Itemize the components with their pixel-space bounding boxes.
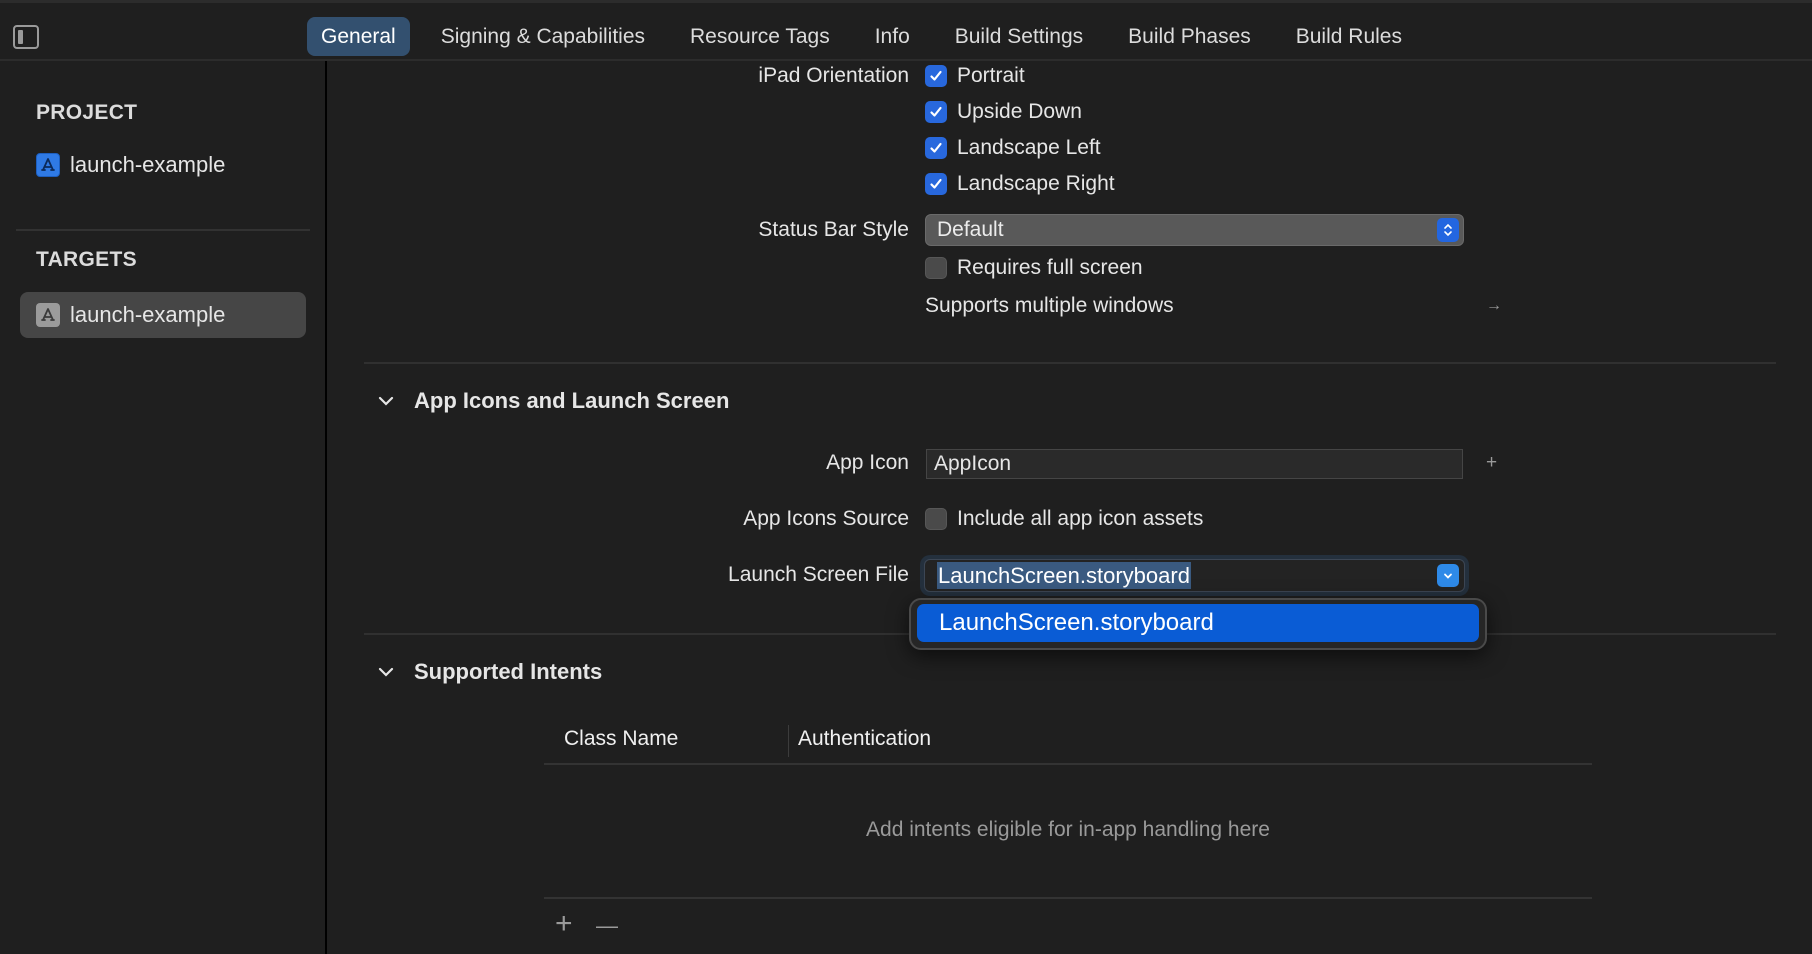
project-heading: PROJECT bbox=[36, 101, 138, 124]
general-settings-pane: iPad Orientation Portrait Upside Down La… bbox=[329, 61, 1812, 954]
launch-screen-dropdown-menu: LaunchScreen.storyboard bbox=[909, 598, 1487, 650]
chevron-down-icon[interactable] bbox=[1437, 564, 1459, 587]
plus-icon[interactable]: + bbox=[1486, 452, 1497, 474]
column-authentication[interactable]: Authentication bbox=[798, 727, 931, 751]
section-supported-intents[interactable]: Supported Intents bbox=[374, 659, 602, 685]
checkmark-icon bbox=[925, 137, 947, 159]
sidebar-item-project[interactable]: launch-example bbox=[20, 142, 306, 188]
column-separator bbox=[788, 725, 789, 757]
remove-intent-button[interactable]: — bbox=[596, 913, 618, 939]
sidebar-divider bbox=[16, 229, 310, 231]
select-value: Default bbox=[937, 218, 1004, 241]
chevron-down-icon bbox=[374, 396, 398, 406]
launch-screen-file-combobox[interactable]: LaunchScreen.storyboard bbox=[924, 559, 1465, 592]
app-icons-source-label: App Icons Source bbox=[743, 507, 909, 530]
app-store-icon bbox=[36, 153, 60, 177]
checkmark-icon bbox=[925, 65, 947, 87]
tab-build-rules[interactable]: Build Rules bbox=[1282, 17, 1416, 56]
checkbox-requires-full-screen[interactable]: Requires full screen bbox=[925, 256, 1143, 280]
editor-tab-bar: General Signing & Capabilities Resource … bbox=[0, 0, 1812, 61]
checkbox-label: Landscape Left bbox=[957, 136, 1101, 159]
tab-list: General Signing & Capabilities Resource … bbox=[307, 17, 1433, 56]
checkbox-label: Requires full screen bbox=[957, 256, 1143, 279]
checkbox-label: Portrait bbox=[957, 64, 1025, 87]
tab-signing-capabilities[interactable]: Signing & Capabilities bbox=[427, 17, 659, 56]
checkbox-upside-down[interactable]: Upside Down bbox=[925, 100, 1082, 124]
section-divider bbox=[364, 362, 1776, 364]
checkbox-landscape-right[interactable]: Landscape Right bbox=[925, 172, 1115, 196]
up-down-chevron-icon bbox=[1437, 218, 1459, 242]
tab-info[interactable]: Info bbox=[861, 17, 924, 56]
app-icon-label: App Icon bbox=[826, 451, 909, 474]
targets-heading: TARGETS bbox=[36, 248, 137, 271]
ipad-orientation-label: iPad Orientation bbox=[758, 64, 909, 87]
checkmark-icon bbox=[925, 101, 947, 123]
dropdown-option[interactable]: LaunchScreen.storyboard bbox=[917, 604, 1479, 642]
add-intent-button[interactable]: + bbox=[555, 907, 573, 941]
checkbox-portrait[interactable]: Portrait bbox=[925, 64, 1025, 88]
tab-general[interactable]: General bbox=[307, 17, 410, 56]
checkmark-icon bbox=[925, 173, 947, 195]
app-icon-field[interactable]: AppIcon bbox=[926, 449, 1463, 479]
sidebar-item-target[interactable]: launch-example bbox=[20, 292, 306, 338]
section-app-icons-launch-screen[interactable]: App Icons and Launch Screen bbox=[374, 388, 729, 414]
checkbox-box bbox=[925, 508, 947, 530]
project-navigator: PROJECT launch-example TARGETS launch-ex… bbox=[0, 61, 327, 954]
checkbox-label: Landscape Right bbox=[957, 172, 1115, 195]
checkbox-include-all-app-icons[interactable]: Include all app icon assets bbox=[925, 507, 1203, 531]
status-bar-style-select[interactable]: Default bbox=[925, 214, 1464, 246]
checkbox-landscape-left[interactable]: Landscape Left bbox=[925, 136, 1101, 160]
sidebar-item-label: launch-example bbox=[70, 152, 226, 177]
status-bar-style-label: Status Bar Style bbox=[758, 218, 909, 241]
supports-multiple-windows-label: Supports multiple windows bbox=[925, 294, 1174, 317]
intents-empty-placeholder: Add intents eligible for in-app handling… bbox=[866, 818, 1270, 841]
sidebar-toggle-icon[interactable] bbox=[13, 25, 39, 49]
combobox-value[interactable]: LaunchScreen.storyboard bbox=[937, 562, 1191, 589]
launch-screen-file-label: Launch Screen File bbox=[728, 563, 909, 586]
checkbox-box bbox=[925, 257, 947, 279]
sidebar-item-label: launch-example bbox=[70, 302, 226, 327]
table-footer-divider bbox=[544, 897, 1592, 899]
intents-table-header: Class Name Authentication bbox=[544, 719, 1592, 765]
section-title: Supported Intents bbox=[414, 659, 603, 684]
checkbox-label: Upside Down bbox=[957, 100, 1082, 123]
arrow-right-icon[interactable]: → bbox=[1486, 297, 1502, 315]
tab-build-phases[interactable]: Build Phases bbox=[1114, 17, 1265, 56]
section-title: App Icons and Launch Screen bbox=[414, 388, 730, 413]
tab-resource-tags[interactable]: Resource Tags bbox=[676, 17, 844, 56]
app-store-icon bbox=[36, 303, 60, 327]
checkbox-label: Include all app icon assets bbox=[957, 507, 1204, 530]
column-class-name[interactable]: Class Name bbox=[564, 727, 678, 751]
chevron-down-icon bbox=[374, 667, 398, 677]
tab-build-settings[interactable]: Build Settings bbox=[941, 17, 1097, 56]
